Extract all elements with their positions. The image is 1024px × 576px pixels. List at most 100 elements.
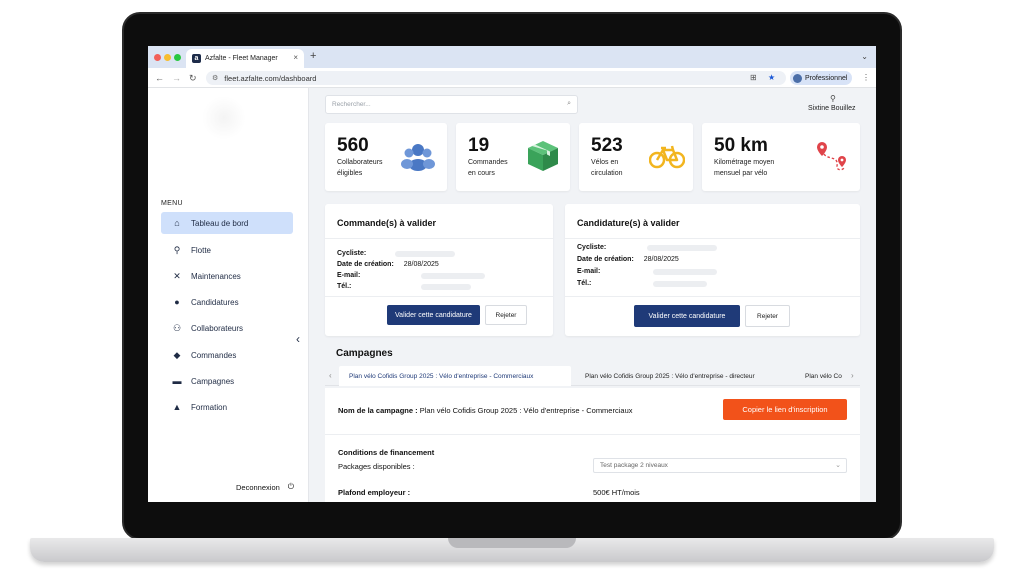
stat-label-line: Kilométrage moyen	[714, 159, 775, 166]
users-icon: ⚇	[172, 322, 182, 333]
sidebar-item-applications[interactable]: ● Candidatures	[161, 291, 293, 313]
cyclist-label: Cycliste:	[337, 250, 366, 257]
validate-application-button[interactable]: Valider cette candidature	[634, 305, 740, 327]
sidebar-item-dashboard[interactable]: ⌂ Tableau de bord	[161, 212, 293, 234]
sidebar-item-collaborators[interactable]: ⚇ Collaborateurs	[161, 317, 293, 339]
email-label: E-mail:	[577, 268, 600, 275]
stat-label: Collaborateurs éligibles	[337, 157, 383, 179]
email-label-text: E-mail:	[337, 272, 361, 279]
close-tab-icon[interactable]: ×	[293, 53, 298, 62]
divider	[325, 434, 860, 435]
reject-order-button[interactable]: Rejeter	[485, 305, 527, 325]
stat-card-bikes: 523 Vélos en circulation	[579, 123, 693, 191]
sidebar-item-label: Flotte	[191, 245, 212, 255]
route-icon	[817, 142, 846, 171]
browser-tab[interactable]: a Azfalte - Fleet Manager ×	[186, 49, 304, 68]
search-input[interactable]: Rechercher... ⌕	[325, 95, 578, 114]
sidebar-item-maintenance[interactable]: ✕ Maintenances	[161, 265, 293, 287]
stat-label-line: Commandes	[468, 159, 508, 166]
date-value: 28/08/2025	[643, 256, 679, 263]
screen: a Azfalte - Fleet Manager × + ⌄ ← → ↻ ⚙ …	[148, 46, 876, 502]
close-window-button[interactable]	[154, 54, 161, 61]
panel-title: Commande(s) à valider	[337, 218, 437, 228]
copy-signup-link-button[interactable]: Copier le lien d'inscription	[723, 399, 847, 420]
logout-button[interactable]: Deconnexion ⏻	[236, 482, 294, 492]
maximize-window-button[interactable]	[174, 54, 181, 61]
sidebar-item-campaigns[interactable]: ▬ Campagnes	[161, 370, 293, 392]
stat-card-mileage: 50 km Kilométrage moyen mensuel par vélo	[702, 123, 860, 191]
back-icon[interactable]: ←	[155, 73, 164, 83]
sidebar-item-fleet[interactable]: ⚲ Flotte	[161, 239, 293, 261]
sidebar-item-label: Candidatures	[191, 297, 239, 307]
profile-avatar	[793, 73, 802, 83]
reload-icon[interactable]: ↻	[189, 73, 197, 84]
stat-value: 19	[468, 135, 490, 156]
sidebar: MENU ⌂ Tableau de bord ⚲ Flotte ✕ Mainte…	[148, 88, 308, 502]
stat-label: Vélos en circulation	[591, 157, 623, 179]
menu-label: MENU	[161, 200, 183, 207]
stat-value: 50 km	[714, 135, 768, 156]
campaign-tabs: ‹ Plan vélo Cofidis Group 2025 : Vélo d'…	[325, 366, 860, 386]
collapse-sidebar-icon[interactable]: ‹	[296, 332, 300, 346]
divider	[325, 238, 553, 239]
orders-to-validate-panel: Commande(s) à valider Cycliste: Date de …	[325, 204, 553, 336]
sidebar-item-label: Collaborateurs	[191, 323, 244, 333]
site-info-icon[interactable]: ⚙	[212, 74, 218, 82]
stat-value: 560	[337, 135, 369, 156]
sidebar-item-label: Formation	[191, 402, 228, 412]
employer-ceiling-value: 500€ HT/mois	[593, 488, 640, 497]
sidebar-item-label: Commandes	[191, 350, 237, 360]
user-profile-icon[interactable]: ⚲	[830, 94, 836, 103]
phone-label-text: Tél.:	[577, 280, 592, 287]
stat-value: 523	[591, 135, 623, 156]
email-label: E-mail:	[337, 272, 360, 279]
cyclist-label-text: Cycliste:	[577, 244, 607, 251]
company-logo	[202, 96, 246, 140]
date-row: Date de création: 28/08/2025	[577, 256, 679, 263]
campaign-details-card: Nom de la campagne : Plan vélo Cofidis G…	[325, 388, 860, 502]
logout-label: Deconnexion	[236, 482, 280, 492]
tab-search-icon[interactable]: ⌄	[861, 52, 868, 61]
user-name[interactable]: Sixtine Bouillez	[808, 105, 855, 112]
translate-icon[interactable]: ⊞	[750, 73, 757, 82]
tabs-next-icon[interactable]: ›	[851, 371, 854, 380]
bike-icon: ⚲	[173, 244, 181, 255]
graduation-icon: ▲	[172, 402, 182, 412]
redacted-email	[421, 273, 485, 279]
minimize-window-button[interactable]	[164, 54, 171, 61]
validate-order-button[interactable]: Valider cette candidature	[387, 305, 480, 325]
campaign-name-row: Nom de la campagne : Plan vélo Cofidis G…	[338, 406, 633, 415]
profile-button[interactable]: Professionnel	[790, 71, 852, 85]
financing-conditions-title: Conditions de financement	[338, 448, 435, 457]
tab-title: Azfalte - Fleet Manager	[205, 55, 278, 62]
sidebar-item-orders[interactable]: ◆ Commandes	[161, 344, 293, 366]
tabs-prev-icon[interactable]: ‹	[329, 371, 332, 380]
tab-campaign-more[interactable]: Plan vélo Co	[795, 366, 851, 386]
search-icon[interactable]: ⌕	[567, 100, 571, 108]
packages-label: Packages disponibles :	[338, 462, 415, 471]
new-tab-button[interactable]: +	[310, 50, 316, 62]
sidebar-item-training[interactable]: ▲ Formation	[161, 396, 293, 418]
laptop-notch	[448, 538, 576, 548]
bookmark-star-icon[interactable]: ★	[768, 73, 775, 82]
date-label: Date de création:	[577, 256, 634, 263]
redacted-cyclist	[647, 245, 717, 251]
employer-ceiling-label: Plafond employeur :	[338, 488, 411, 497]
tab-campaign-directeur[interactable]: Plan vélo Cofidis Group 2025 : Vélo d'en…	[575, 366, 797, 386]
address-bar[interactable]: ⚙ fleet.azfalte.com/dashboard	[206, 71, 786, 85]
browser-menu-icon[interactable]: ⋮	[862, 73, 870, 82]
users-group-icon	[401, 144, 435, 171]
bicycle-icon	[649, 145, 685, 169]
stat-card-collaborators: 560 Collaborateurs éligibles	[325, 123, 447, 191]
campaign-name-value: Plan vélo Cofidis Group 2025 : Vélo d'en…	[419, 406, 633, 415]
packages-select[interactable]: Test package 2 niveaux ⌄	[593, 458, 847, 473]
forward-icon[interactable]: →	[172, 73, 181, 83]
reject-application-button[interactable]: Rejeter	[745, 305, 790, 327]
profile-label: Professionnel	[805, 74, 848, 82]
tab-campaign-commerciaux[interactable]: Plan vélo Cofidis Group 2025 : Vélo d'en…	[339, 366, 571, 386]
stat-label: Commandes en cours	[468, 157, 508, 179]
tools-icon: ✕	[173, 270, 181, 281]
user-icon: ●	[174, 297, 180, 307]
sidebar-item-label: Maintenances	[191, 271, 241, 281]
applications-to-validate-panel: Candidature(s) à valider Cycliste: Date …	[565, 204, 860, 336]
